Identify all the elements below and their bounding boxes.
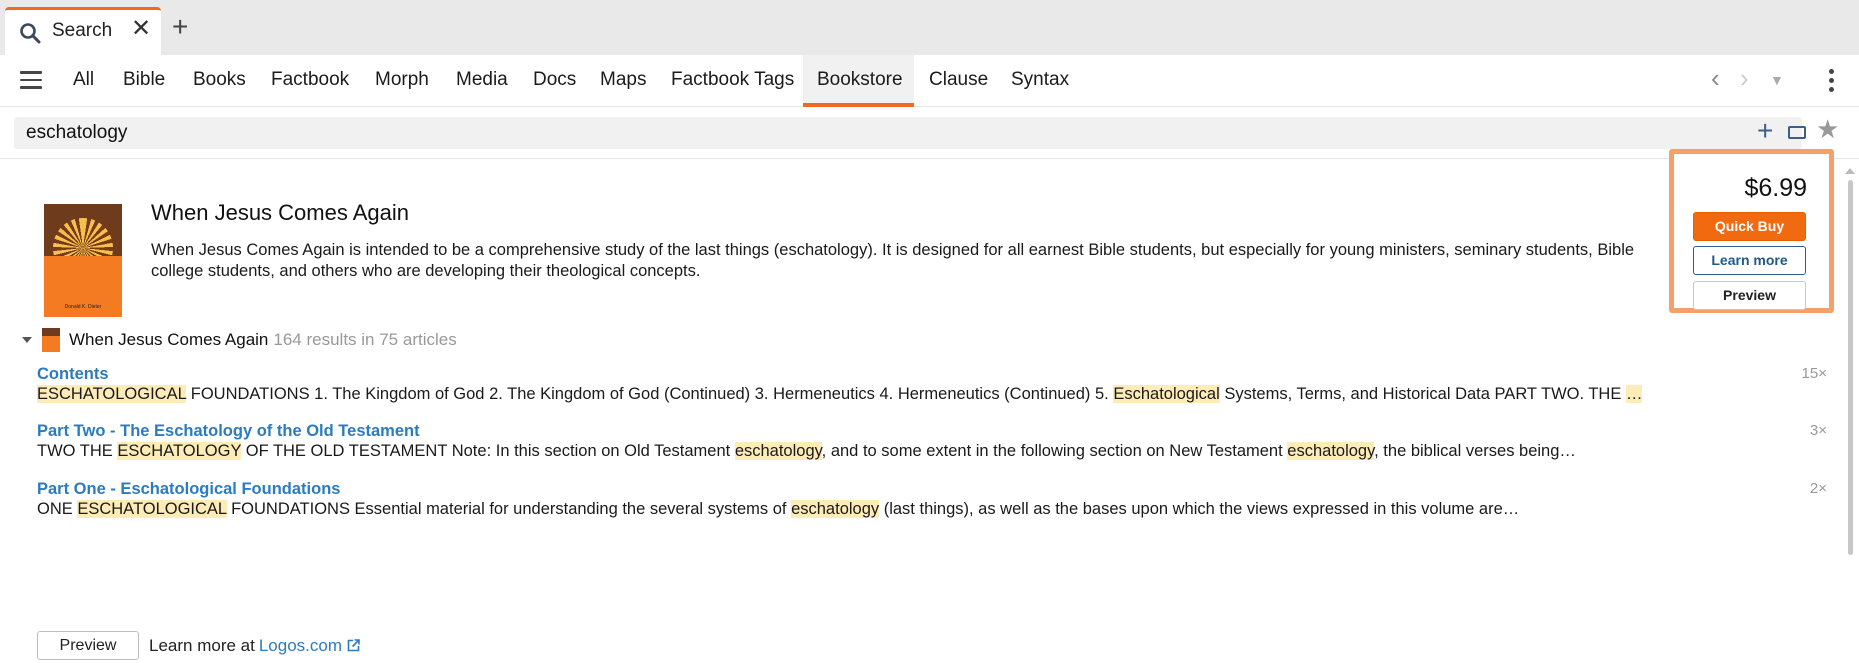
results-panel: Donald K. Dieter When Jesus Comes Again … (0, 149, 1859, 663)
tab-bible[interactable]: Bible (123, 69, 165, 91)
snippet-text: FOUNDATIONS 1. The Kingdom of God 2. The… (186, 385, 1114, 403)
footer-row: Preview Learn more at Logos.com (37, 631, 360, 660)
quick-buy-button[interactable]: Quick Buy (1693, 212, 1806, 241)
search-input[interactable] (26, 120, 1726, 146)
add-icon[interactable]: + (1757, 117, 1773, 145)
cover-author: Donald K. Dieter (64, 304, 102, 310)
tab-factbook-tags[interactable]: Factbook Tags (671, 69, 794, 91)
hit-count: 3× (1809, 422, 1827, 439)
highlight: ESCHATOLOGY (117, 442, 242, 460)
tab-factbook[interactable]: Factbook (271, 69, 349, 91)
tab-strip: Search ✕ + (0, 0, 1859, 55)
highlight: ESCHATOLOGICAL (37, 385, 187, 403)
snippet-text: Systems, Terms, and Historical Data PART… (1219, 385, 1626, 403)
highlight: … (1625, 385, 1643, 403)
result-item: Contents ESCHATOLOGICAL FOUNDATIONS 1. T… (37, 365, 1827, 404)
snippet-text: , the biblical verses being… (1374, 442, 1576, 460)
history-dropdown-icon[interactable]: ▼ (1770, 73, 1784, 87)
tab-clause[interactable]: Clause (929, 69, 988, 91)
snippet-text: (last things), as well as the bases upon… (879, 500, 1520, 518)
tab-media[interactable]: Media (456, 69, 508, 91)
snippet-text: TWO THE (37, 442, 118, 460)
highlight: eschatology (1287, 442, 1375, 460)
result-title[interactable]: Part One - Eschatological Foundations (37, 480, 1827, 499)
result-item: Part Two - The Eschatology of the Old Te… (37, 422, 1827, 461)
result-snippet: ESCHATOLOGICAL FOUNDATIONS 1. The Kingdo… (37, 385, 1827, 404)
scrollbar[interactable] (1848, 180, 1853, 555)
close-icon[interactable]: ✕ (131, 17, 151, 41)
more-options-icon[interactable] (1829, 69, 1835, 96)
keyboard-icon[interactable] (1788, 126, 1806, 139)
highlight: eschatology (791, 500, 880, 518)
result-item: Part One - Eschatological Foundations ON… (37, 480, 1827, 519)
tab-maps[interactable]: Maps (600, 69, 646, 91)
snippet-text: OF THE OLD TESTAMENT Note: In this secti… (241, 442, 735, 460)
highlight: ESCHATOLOGICAL (77, 500, 227, 518)
tab-bookstore[interactable]: Bookstore (817, 69, 903, 91)
tab-syntax[interactable]: Syntax (1011, 69, 1069, 91)
tab-docs[interactable]: Docs (533, 69, 576, 91)
search-bar: + ★ (0, 107, 1859, 159)
results-count: 164 results in 75 articles (273, 330, 457, 349)
result-snippet: ONE ESCHATOLOGICAL FOUNDATIONS Essential… (37, 500, 1827, 519)
tab-search[interactable]: Search ✕ (5, 7, 161, 55)
learn-more-button[interactable]: Learn more (1693, 246, 1806, 275)
logos-link[interactable]: Logos.com (259, 636, 342, 656)
search-icon (20, 23, 41, 44)
tab-books[interactable]: Books (193, 69, 246, 91)
book-thumbnail-icon (42, 328, 60, 352)
book-description: When Jesus Comes Again is intended to be… (151, 241, 1635, 280)
new-tab-icon[interactable]: + (172, 13, 188, 41)
preview-button-footer[interactable]: Preview (37, 631, 139, 660)
back-icon[interactable]: ‹ (1711, 65, 1720, 91)
result-title[interactable]: Contents (37, 365, 1827, 384)
filter-bar: All Bible Books Factbook Morph Media Doc… (0, 55, 1859, 107)
results-book-title: When Jesus Comes Again (69, 330, 269, 349)
star-icon[interactable]: ★ (1816, 116, 1839, 142)
hit-count: 15× (1801, 365, 1827, 382)
forward-icon[interactable]: › (1740, 65, 1749, 91)
result-title[interactable]: Part Two - The Eschatology of the Old Te… (37, 422, 1827, 441)
menu-icon[interactable] (20, 71, 42, 89)
tab-label: Search (52, 20, 113, 41)
book-cover[interactable]: Donald K. Dieter (44, 204, 122, 317)
snippet-text: , and to some extent in the following se… (821, 442, 1288, 460)
preview-button[interactable]: Preview (1693, 281, 1806, 310)
book-title[interactable]: When Jesus Comes Again (151, 200, 409, 226)
snippet-text: ONE (37, 500, 78, 518)
tab-all[interactable]: All (73, 69, 94, 91)
buy-box: $6.99 Quick Buy Learn more Preview (1669, 149, 1834, 313)
external-link-icon[interactable] (347, 639, 360, 652)
highlight: eschatology (734, 442, 822, 460)
highlight: Eschatological (1113, 385, 1220, 403)
hit-count: 2× (1809, 480, 1827, 497)
snippet-text: FOUNDATIONS Essential material for under… (226, 500, 792, 518)
price: $6.99 (1744, 174, 1807, 202)
learn-more-text: Learn more at (149, 635, 255, 655)
results-group-header[interactable]: When Jesus Comes Again 164 results in 75… (22, 327, 457, 353)
collapse-icon[interactable] (22, 337, 32, 343)
search-field-container: + (14, 117, 1806, 149)
scroll-up-icon[interactable] (1845, 168, 1855, 174)
tab-morph[interactable]: Morph (375, 69, 429, 91)
result-snippet: TWO THE ESCHATOLOGY OF THE OLD TESTAMENT… (37, 442, 1827, 461)
